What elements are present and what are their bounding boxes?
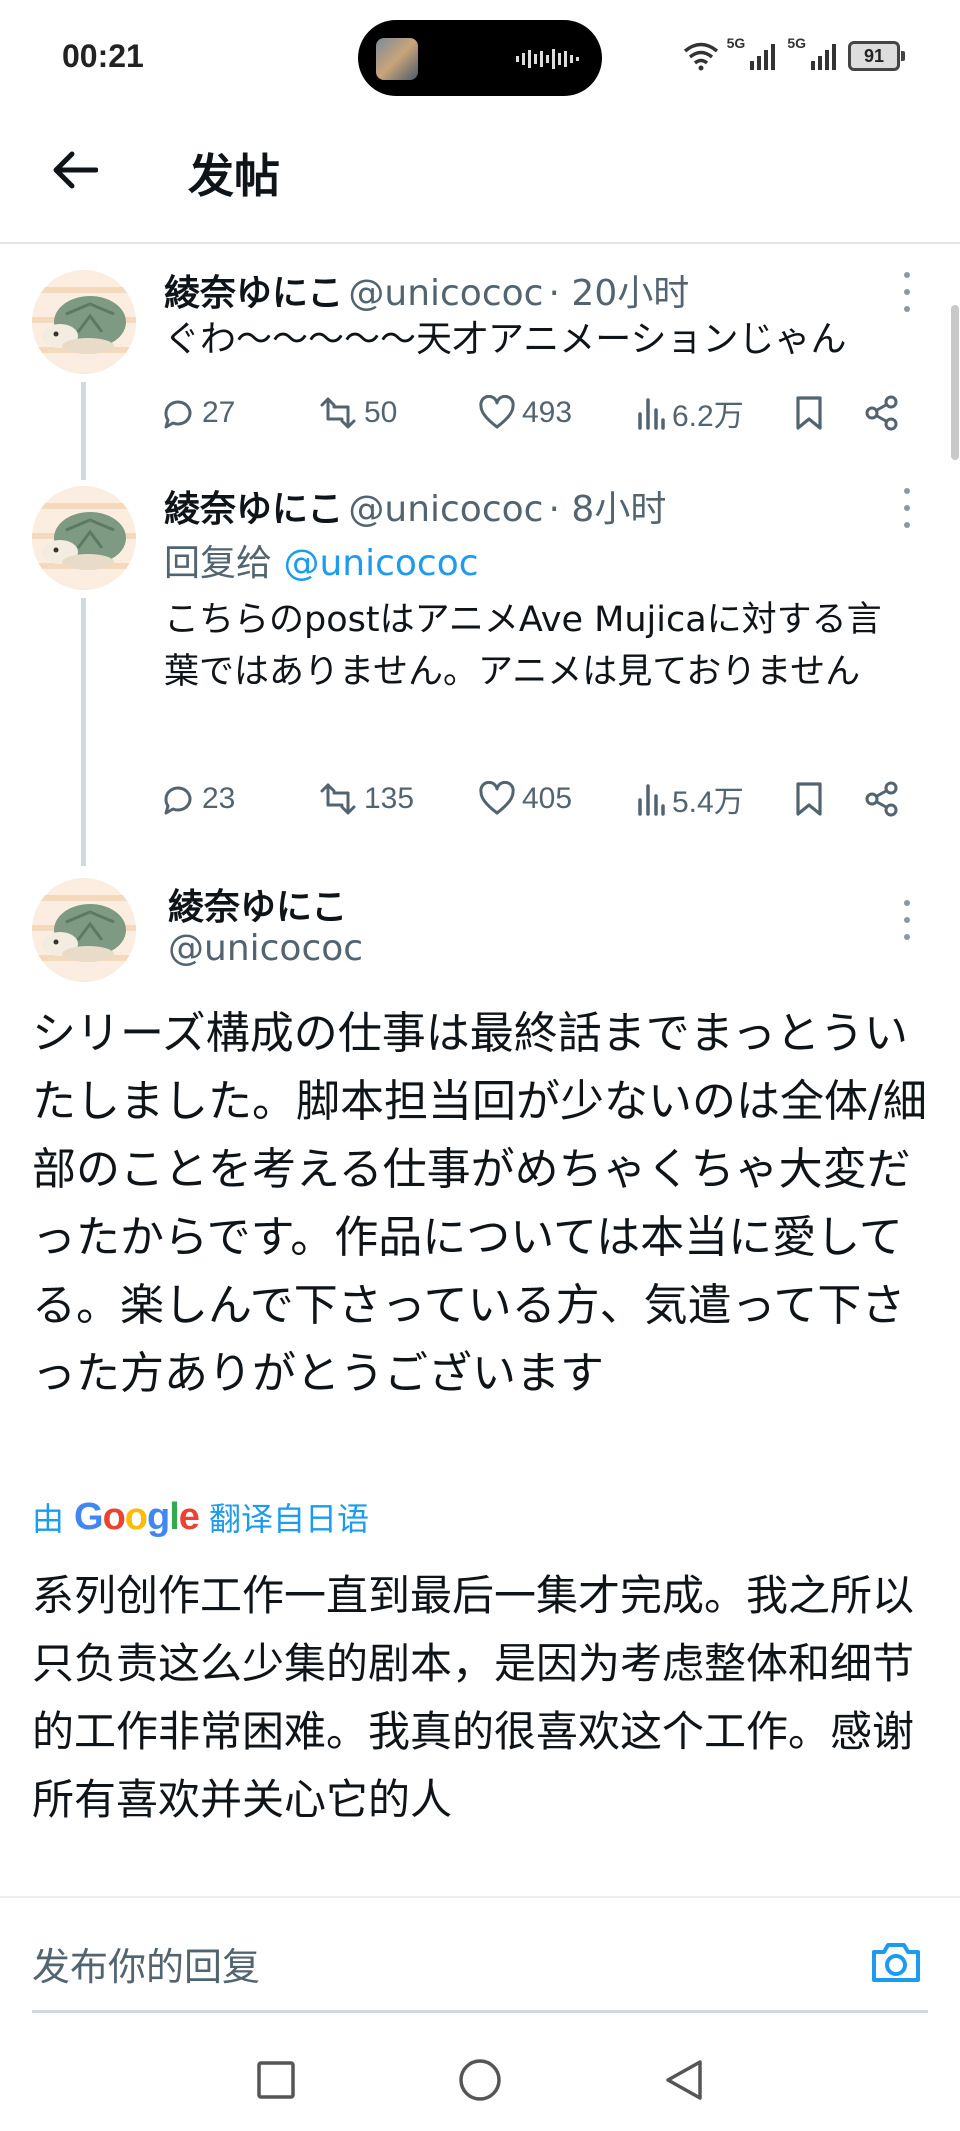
- translate-suffix: 翻译自日语: [208, 1500, 369, 1538]
- share-icon: [865, 781, 898, 817]
- reply-count: 23: [202, 782, 236, 815]
- tweet-time: · 20小时: [548, 273, 690, 314]
- like-button[interactable]: 493: [478, 395, 636, 431]
- like-count: 405: [522, 782, 573, 815]
- back-button[interactable]: [44, 140, 104, 200]
- more-icon[interactable]: [897, 272, 917, 312]
- retweet-button[interactable]: 135: [318, 781, 478, 817]
- signal-icon-2: [811, 44, 836, 70]
- reply-underline: [32, 2010, 928, 2013]
- status-icons: 5G 5G 91: [683, 35, 905, 76]
- tweet-actions: 23 135 405 5.4万: [160, 774, 910, 824]
- retweet-button[interactable]: 50: [318, 395, 478, 431]
- author-name[interactable]: 綾奈ゆにこ: [164, 489, 343, 530]
- bookmark-button[interactable]: [794, 781, 864, 817]
- google-logo: Google: [74, 1495, 200, 1538]
- share-button[interactable]: [864, 781, 900, 817]
- bookmark-button[interactable]: [794, 395, 864, 431]
- media-thumbnail: [376, 38, 418, 80]
- reply-prefix: 回复给: [164, 543, 273, 584]
- tweet-text: ぐわ〜〜〜〜〜天才アニメーションじゃん: [164, 319, 847, 360]
- retweet-icon: [320, 397, 356, 429]
- views-icon: [638, 398, 665, 430]
- main-tweet-text: シリーズ構成の仕事は最終話までまっとういたしました。脚本担当回が少ないのは全体/…: [32, 1008, 927, 1399]
- thread-line: [81, 382, 86, 480]
- tweet-actions: 27 50 493 6.2万: [160, 388, 910, 438]
- back-arrow-icon: [53, 151, 98, 189]
- nav-back-button[interactable]: [656, 2052, 712, 2108]
- turtle-avatar-icon: [32, 486, 136, 590]
- like-icon: [479, 781, 515, 815]
- reply-button[interactable]: 27: [160, 395, 318, 431]
- recent-apps-button[interactable]: [248, 2052, 304, 2108]
- thread-line: [81, 598, 86, 866]
- author-name[interactable]: 綾奈ゆにこ: [164, 273, 343, 314]
- reply-to-link[interactable]: @unicococ: [283, 543, 478, 584]
- reply-button[interactable]: 23: [160, 781, 318, 817]
- network-label-1: 5G: [726, 35, 746, 51]
- reply-count: 27: [202, 396, 236, 429]
- tweet-time: · 8小时: [548, 489, 667, 530]
- reply-icon: [164, 400, 192, 429]
- avatar[interactable]: [32, 270, 136, 374]
- signal-icon: [750, 44, 776, 70]
- author-handle[interactable]: @unicococ: [348, 489, 543, 530]
- audio-wave-icon: [516, 49, 579, 69]
- avatar[interactable]: [32, 486, 136, 590]
- turtle-avatar-icon: [32, 878, 136, 982]
- battery-icon: 91: [848, 41, 905, 71]
- wifi-icon: [683, 42, 718, 71]
- camera-icon: [872, 1943, 920, 1982]
- like-button[interactable]: 405: [478, 781, 636, 817]
- share-icon: [865, 395, 898, 431]
- translate-prefix: 由: [32, 1500, 65, 1538]
- header-divider: [0, 242, 960, 244]
- scrollbar[interactable]: [951, 305, 959, 460]
- translation-attribution[interactable]: 由 Google 翻译自日语: [32, 1494, 369, 1540]
- share-button[interactable]: [864, 395, 900, 431]
- more-icon[interactable]: [897, 900, 917, 940]
- tweet-text: こちらのpostはアニメAve Mujicaに対する言葉ではありません。アニメは…: [164, 600, 882, 692]
- retweet-count: 135: [364, 782, 415, 815]
- network-label-2: 5G: [787, 35, 806, 51]
- view-count: 6.2万: [672, 400, 744, 433]
- camera-button[interactable]: [868, 1934, 924, 1990]
- replying-to: 回复给 @unicococ: [164, 534, 479, 586]
- page-title: 发帖: [188, 149, 280, 203]
- author-name[interactable]: 綾奈ゆにこ: [168, 878, 347, 930]
- home-icon: [459, 2059, 501, 2101]
- reply-input[interactable]: 发布你的回复: [32, 1936, 260, 1991]
- views-button[interactable]: 6.2万: [636, 391, 794, 435]
- like-icon: [479, 395, 515, 429]
- status-time: 00:21: [62, 38, 144, 74]
- like-count: 493: [522, 396, 573, 429]
- turtle-avatar-icon: [32, 270, 136, 374]
- views-icon: [638, 784, 665, 816]
- home-button[interactable]: [452, 2052, 508, 2108]
- view-count: 5.4万: [672, 786, 744, 819]
- author-handle[interactable]: @unicococ: [348, 273, 543, 314]
- retweet-count: 50: [364, 396, 398, 429]
- more-icon[interactable]: [897, 488, 917, 528]
- bookmark-icon: [796, 396, 822, 430]
- views-button[interactable]: 5.4万: [636, 777, 794, 821]
- recent-apps-icon: [257, 2061, 295, 2099]
- reply-icon: [164, 786, 192, 815]
- author-handle[interactable]: @unicococ: [168, 928, 363, 969]
- tweet-header: 綾奈ゆにこ @unicococ · 8小时: [164, 480, 666, 532]
- tweet-header: 綾奈ゆにこ @unicococ · 20小时: [164, 264, 689, 316]
- back-icon: [666, 2060, 702, 2100]
- bookmark-icon: [796, 782, 822, 816]
- battery-level: 91: [863, 45, 885, 66]
- retweet-icon: [320, 783, 356, 815]
- avatar[interactable]: [32, 878, 136, 982]
- translated-text: 系列创作工作一直到最后一集才完成。我之所以只负责这么少集的剧本，是因为考虑整体和…: [32, 1571, 915, 1824]
